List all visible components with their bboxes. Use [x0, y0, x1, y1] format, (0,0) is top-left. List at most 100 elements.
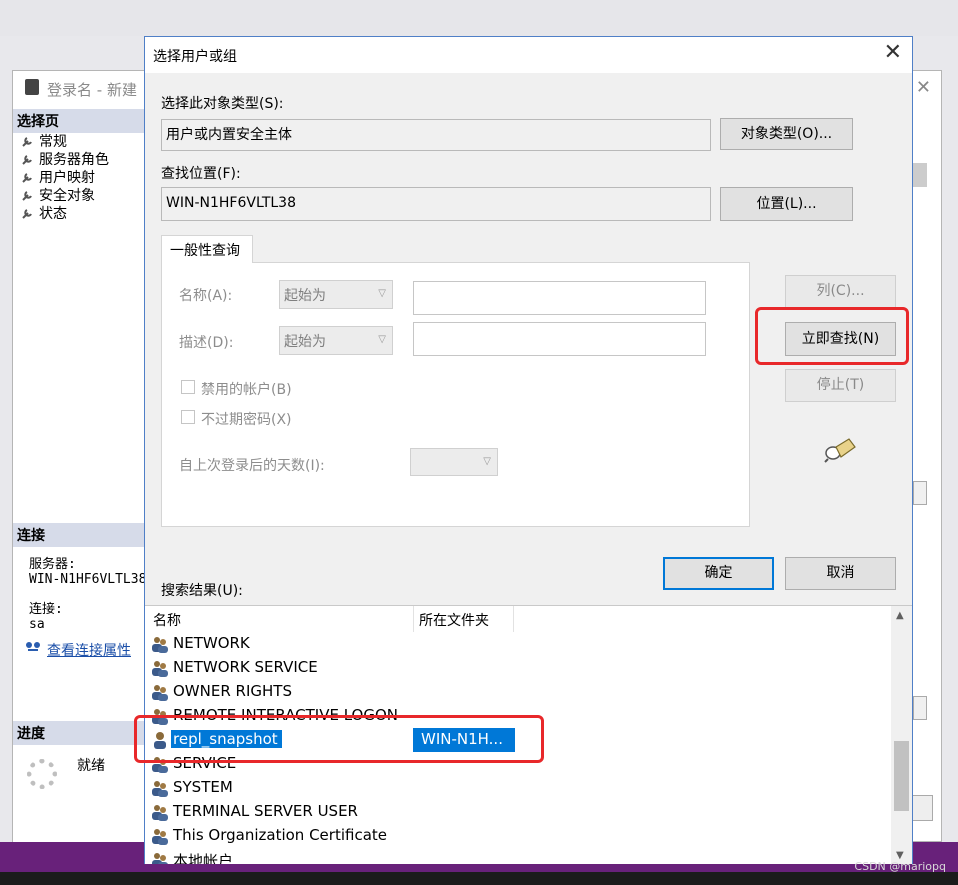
view-connection-properties[interactable]: 查看连接属性 [25, 640, 131, 660]
dialog-title: 选择用户或组 [153, 49, 237, 65]
bg-browse-button[interactable] [913, 481, 927, 505]
bg-scroll-element [913, 163, 927, 187]
result-name: SYSTEM [173, 778, 233, 796]
page-item-securables[interactable]: 安全对象 [19, 187, 109, 205]
column-separator [513, 606, 514, 632]
page-item-general[interactable]: 常规 [19, 133, 109, 151]
name-match-value: 起始为 [284, 288, 326, 304]
description-match-select[interactable]: 起始为 ▽ [279, 326, 393, 355]
results-column-header: 名称 所在文件夹 [145, 606, 890, 632]
result-name: NETWORK [173, 634, 250, 652]
list-item[interactable]: 本地帐户 [145, 848, 890, 864]
dialog-titlebar: 选择用户或组 ✕ [145, 37, 912, 73]
object-types-button[interactable]: 对象类型(O)... [720, 118, 853, 150]
progress-status: 就绪 [77, 758, 105, 774]
name-label: 名称(A): [179, 288, 233, 304]
page-item-label: 服务器角色 [39, 152, 109, 168]
list-item[interactable]: TERMINAL SERVER USER [145, 800, 890, 824]
group-icon [152, 637, 168, 653]
close-icon[interactable]: ✕ [916, 77, 931, 98]
columns-button[interactable]: 列(C)... [785, 275, 896, 308]
days-since-logon-select[interactable]: ▽ [410, 448, 498, 476]
days-since-logon-label: 自上次登录后的天数(I): [179, 458, 325, 474]
group-icon [152, 805, 168, 821]
connection-header: 连接 [13, 523, 147, 547]
chevron-down-icon: ▽ [378, 288, 386, 299]
wrench-icon [22, 173, 32, 183]
column-name-header[interactable]: 名称 [153, 610, 181, 630]
location-label: 查找位置(F): [161, 166, 241, 182]
page-item-user-mapping[interactable]: 用户映射 [19, 169, 109, 187]
ok-button[interactable]: 确定 [663, 557, 774, 590]
connection-properties-icon [26, 642, 40, 651]
connection-info: 连接: sa [29, 602, 63, 632]
search-flashlight-icon [824, 438, 856, 463]
watermark: CSDN @mariopq [854, 860, 946, 873]
non-expiring-password-checkbox[interactable] [181, 410, 195, 424]
object-type-field: 用户或内置安全主体 [161, 119, 711, 151]
page-item-label: 状态 [39, 206, 67, 222]
stop-button[interactable]: 停止(T) [785, 369, 896, 402]
page-item-status[interactable]: 状态 [19, 205, 109, 223]
wrench-icon [22, 209, 32, 219]
server-label: 服务器: [29, 557, 76, 572]
connection-label: 连接: [29, 602, 63, 617]
wrench-icon [22, 155, 32, 165]
chevron-down-icon: ▽ [483, 456, 491, 467]
find-now-highlight [755, 307, 909, 365]
results-scrollbar[interactable]: ▲ ▼ [891, 606, 912, 864]
progress-spinner-icon [27, 759, 57, 789]
disabled-accounts-checkbox[interactable] [181, 380, 195, 394]
locations-button[interactable]: 位置(L)... [720, 187, 853, 221]
group-icon [152, 853, 168, 864]
list-item[interactable]: This Organization Certificate [145, 824, 890, 848]
disabled-accounts-label: 禁用的帐户(B) [201, 382, 292, 398]
server-icon [25, 79, 39, 95]
result-name: TERMINAL SERVER USER [173, 802, 358, 820]
progress-header: 进度 [13, 721, 147, 745]
login-window-title: 登录名 - 新建 [47, 81, 137, 99]
group-icon [152, 829, 168, 845]
non-expiring-password-label: 不过期密码(X) [201, 412, 292, 428]
page-item-server-roles[interactable]: 服务器角色 [19, 151, 109, 169]
location-field: WIN-N1HF6VLTL38 [161, 187, 711, 221]
result-name: 本地帐户 [173, 852, 234, 864]
description-label: 描述(D): [179, 335, 234, 351]
taskbar [0, 872, 958, 885]
server-info: 服务器: WIN-N1HF6VLTL38 [29, 557, 146, 587]
pages-header: 选择页 [13, 109, 147, 133]
column-separator [413, 606, 414, 632]
result-name: This Organization Certificate [173, 826, 387, 844]
view-connection-properties-link[interactable]: 查看连接属性 [47, 643, 131, 659]
group-icon [152, 781, 168, 797]
object-type-label: 选择此对象类型(S): [161, 96, 284, 112]
bg-browse-button[interactable] [913, 696, 927, 720]
name-input[interactable] [413, 281, 706, 315]
page-item-label: 安全对象 [39, 188, 95, 204]
list-item[interactable]: NETWORK SERVICE [145, 656, 890, 680]
top-strip [0, 0, 958, 36]
name-match-select[interactable]: 起始为 ▽ [279, 280, 393, 309]
scroll-up-icon[interactable]: ▲ [896, 610, 904, 621]
result-name: OWNER RIGHTS [173, 682, 292, 700]
search-results-label: 搜索结果(U): [161, 583, 243, 599]
page-item-label: 常规 [39, 134, 67, 150]
list-item[interactable]: OWNER RIGHTS [145, 680, 890, 704]
page-item-label: 用户映射 [39, 170, 95, 186]
wrench-icon [22, 137, 32, 147]
chevron-down-icon: ▽ [378, 334, 386, 345]
server-value: WIN-N1HF6VLTL38 [29, 572, 147, 587]
column-folder-header[interactable]: 所在文件夹 [419, 610, 489, 630]
tab-common-queries[interactable]: 一般性查询 [161, 235, 253, 263]
description-input[interactable] [413, 322, 706, 356]
connection-value: sa [29, 617, 45, 632]
close-icon[interactable]: ✕ [884, 41, 902, 65]
list-item[interactable]: NETWORK [145, 632, 890, 656]
description-match-value: 起始为 [284, 334, 326, 350]
result-name: NETWORK SERVICE [173, 658, 318, 676]
scrollbar-thumb[interactable] [894, 741, 909, 811]
cancel-button[interactable]: 取消 [785, 557, 896, 590]
group-icon [152, 685, 168, 701]
group-icon [152, 661, 168, 677]
list-item[interactable]: SYSTEM [145, 776, 890, 800]
